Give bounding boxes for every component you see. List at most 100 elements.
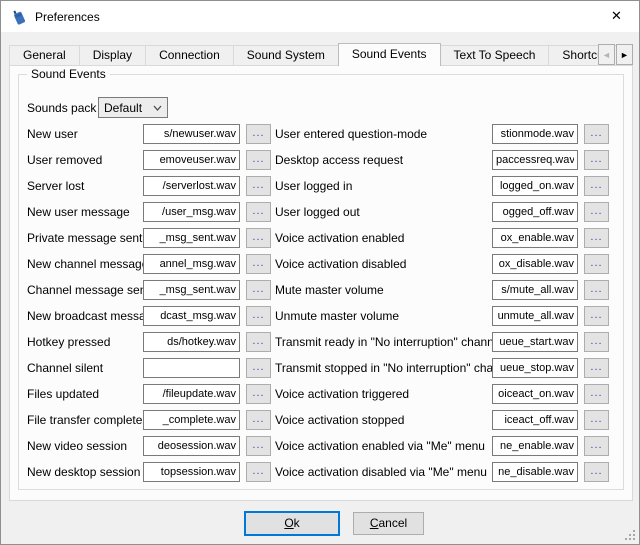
sound-event-row: Voice activation enabled via "Me" menu..… [275, 436, 609, 456]
sound-event-row: Channel silent... [27, 358, 271, 378]
sound-event-row: Desktop access request... [275, 150, 609, 170]
ok-button[interactable]: Ok [244, 511, 340, 536]
browse-button[interactable]: ... [246, 280, 271, 300]
sound-event-row: User entered question-mode... [275, 124, 609, 144]
sound-file-input[interactable] [143, 384, 240, 404]
sound-file-input[interactable] [492, 124, 578, 144]
sound-file-input[interactable] [143, 358, 240, 378]
sound-file-input[interactable] [492, 410, 578, 430]
sound-event-row: Voice activation enabled... [275, 228, 609, 248]
tab-scroll-right-icon[interactable]: ► [616, 44, 633, 65]
sounds-pack-dropdown[interactable]: Default [98, 97, 168, 118]
tab-text-to-speech[interactable]: Text To Speech [440, 45, 550, 66]
sound-event-label: Server lost [27, 179, 143, 193]
browse-button[interactable]: ... [584, 150, 609, 170]
sound-event-label: File transfer complete [27, 413, 143, 427]
browse-button[interactable]: ... [584, 176, 609, 196]
sound-event-row: New video session... [27, 436, 271, 456]
browse-button[interactable]: ... [246, 410, 271, 430]
sound-event-label: New broadcast message [27, 309, 143, 323]
sound-file-input[interactable] [143, 462, 240, 482]
sound-event-label: Files updated [27, 387, 143, 401]
sound-file-input[interactable] [492, 202, 578, 222]
browse-button[interactable]: ... [246, 462, 271, 482]
sound-event-label: Voice activation disabled via "Me" menu [275, 465, 492, 479]
sound-event-row: User removed... [27, 150, 271, 170]
window-title: Preferences [35, 10, 100, 24]
tab-connection[interactable]: Connection [145, 45, 234, 66]
cancel-button[interactable]: Cancel [353, 512, 424, 535]
browse-button[interactable]: ... [584, 124, 609, 144]
browse-button[interactable]: ... [584, 384, 609, 404]
browse-button[interactable]: ... [584, 254, 609, 274]
sound-file-input[interactable] [143, 254, 240, 274]
tab-general[interactable]: General [9, 45, 80, 66]
sound-file-input[interactable] [492, 150, 578, 170]
sounds-pack-row: Sounds pack Default [27, 97, 168, 118]
sound-file-input[interactable] [492, 176, 578, 196]
sound-file-input[interactable] [492, 358, 578, 378]
sound-file-input[interactable] [143, 124, 240, 144]
sound-file-input[interactable] [492, 228, 578, 248]
sound-file-input[interactable] [492, 280, 578, 300]
sound-file-input[interactable] [143, 436, 240, 456]
browse-button[interactable]: ... [246, 384, 271, 404]
browse-button[interactable]: ... [246, 358, 271, 378]
browse-button[interactable]: ... [246, 306, 271, 326]
sound-file-input[interactable] [492, 306, 578, 326]
browse-button[interactable]: ... [584, 228, 609, 248]
browse-button[interactable]: ... [584, 332, 609, 352]
browse-button[interactable]: ... [584, 358, 609, 378]
browse-button[interactable]: ... [246, 202, 271, 222]
sounds-pack-label: Sounds pack [27, 101, 98, 115]
browse-button[interactable]: ... [246, 124, 271, 144]
browse-button[interactable]: ... [246, 436, 271, 456]
sound-event-label: New user message [27, 205, 143, 219]
sound-file-input[interactable] [492, 384, 578, 404]
sound-file-input[interactable] [492, 436, 578, 456]
tab-sound-system[interactable]: Sound System [233, 45, 339, 66]
browse-button[interactable]: ... [584, 306, 609, 326]
sound-event-row: New channel message... [27, 254, 271, 274]
resize-grip-icon[interactable] [624, 529, 636, 541]
sound-event-row: New desktop session... [27, 462, 271, 482]
browse-button[interactable]: ... [246, 332, 271, 352]
sound-file-input[interactable] [492, 462, 578, 482]
browse-button[interactable]: ... [584, 436, 609, 456]
sound-file-input[interactable] [143, 280, 240, 300]
browse-button[interactable]: ... [584, 280, 609, 300]
tab-scroll-left-icon[interactable]: ◄ [598, 44, 615, 65]
sound-file-input[interactable] [143, 332, 240, 352]
browse-button[interactable]: ... [246, 228, 271, 248]
sound-file-input[interactable] [143, 228, 240, 248]
sound-event-label: Transmit ready in "No interruption" chan… [275, 335, 492, 349]
sound-event-label: Desktop access request [275, 153, 492, 167]
browse-button[interactable]: ... [584, 462, 609, 482]
tab-bar: GeneralDisplayConnectionSound SystemSoun… [9, 43, 633, 66]
browse-button[interactable]: ... [584, 410, 609, 430]
sound-event-label: Voice activation triggered [275, 387, 492, 401]
sound-file-input[interactable] [143, 306, 240, 326]
tab-sound-events[interactable]: Sound Events [338, 43, 441, 66]
sound-file-input[interactable] [143, 150, 240, 170]
browse-button[interactable]: ... [246, 150, 271, 170]
sound-event-label: Channel silent [27, 361, 143, 375]
title-bar[interactable]: Preferences ✕ [1, 1, 639, 32]
sound-file-input[interactable] [143, 410, 240, 430]
close-button[interactable]: ✕ [594, 1, 639, 31]
sound-file-input[interactable] [492, 332, 578, 352]
browse-button[interactable]: ... [584, 202, 609, 222]
browse-button[interactable]: ... [246, 254, 271, 274]
sound-file-input[interactable] [143, 202, 240, 222]
browse-button[interactable]: ... [246, 176, 271, 196]
sound-event-label: Transmit stopped in "No interruption" ch… [275, 361, 492, 375]
tab-scroll-arrows: ◄ ► [597, 44, 633, 65]
sound-file-input[interactable] [143, 176, 240, 196]
sound-event-row: Unmute master volume... [275, 306, 609, 326]
sounds-pack-selected-value: Default [104, 101, 142, 115]
tab-display[interactable]: Display [79, 45, 146, 66]
sound-file-input[interactable] [492, 254, 578, 274]
sound-event-row: Transmit ready in "No interruption" chan… [275, 332, 609, 352]
sound-event-label: Channel message sent [27, 283, 143, 297]
sound-event-row: New user message... [27, 202, 271, 222]
